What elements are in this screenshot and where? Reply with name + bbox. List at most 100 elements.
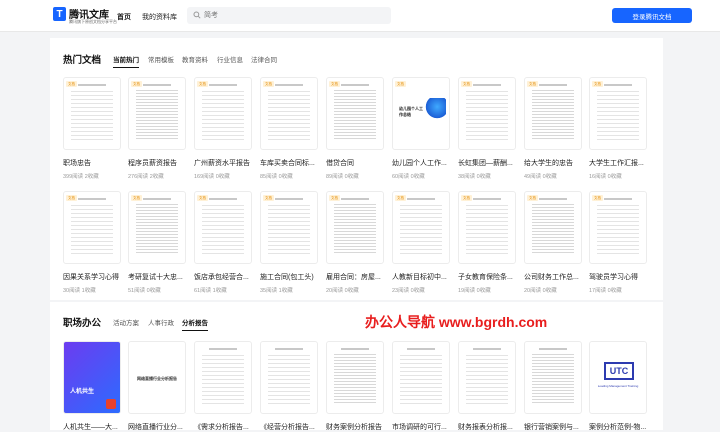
document-thumbnail[interactable]: 文档 <box>128 191 186 264</box>
document-stats: 85阅读 0收藏 <box>260 174 293 180</box>
document-thumbnail[interactable]: 文档 <box>260 77 318 150</box>
tab-industry[interactable]: 行业信息 <box>217 54 243 64</box>
doc-type-badge: 文档 <box>66 81 77 87</box>
document-title[interactable]: 案例分析范例-物... <box>589 422 651 432</box>
document-title[interactable]: 银行营销案例与... <box>524 422 586 432</box>
document-thumbnail[interactable]: 文档 <box>326 77 384 150</box>
document-title[interactable]: 《需求分析报告... <box>194 422 256 432</box>
page-heading <box>604 198 632 200</box>
logo-icon[interactable]: T <box>53 7 66 21</box>
nav-my-library[interactable]: 我的资料库 <box>142 12 177 22</box>
top-bar: T 腾讯文库 腾讯旗下原创文档分享平台 首页 我的资料库 登录腾讯文档 <box>0 0 720 32</box>
document-thumbnail[interactable]: 网络直播行业分析报告 <box>128 341 186 414</box>
page-heading <box>78 84 106 86</box>
cover-title: 网络直播行业分析报告 <box>137 376 177 381</box>
document-stats: 89阅读 0收藏 <box>326 174 359 180</box>
document-thumbnail[interactable]: 文档 <box>63 77 121 150</box>
document-title[interactable]: 人机共生——大... <box>63 422 125 432</box>
tab-current-hot[interactable]: 当前热门 <box>113 54 139 68</box>
document-thumbnail[interactable]: 文档 <box>524 191 582 264</box>
document-thumbnail[interactable]: 文档 <box>326 191 384 264</box>
document-title[interactable]: 大学生工作汇报... <box>589 158 651 168</box>
document-title[interactable]: 车库买卖合同标... <box>260 158 322 168</box>
page-text-lines <box>400 352 442 405</box>
nav-home[interactable]: 首页 <box>117 12 131 22</box>
search-input[interactable] <box>204 7 384 24</box>
document-thumbnail[interactable]: 文档 <box>63 191 121 264</box>
document-title[interactable]: 广州薪资水平报告 <box>194 158 256 168</box>
document-thumbnail[interactable]: 文档 <box>194 77 252 150</box>
page-text-lines <box>334 202 376 255</box>
document-title[interactable]: 饭店承包经营合... <box>194 272 256 282</box>
cover-title: 人机共生 <box>70 389 95 395</box>
page-text-lines <box>268 202 310 255</box>
page-text-lines <box>466 352 508 405</box>
doc-type-badge: 文档 <box>197 195 208 201</box>
document-title[interactable]: 市场调研的可行... <box>392 422 454 432</box>
document-thumbnail[interactable]: UTC Loading Management Training <box>589 341 647 414</box>
document-thumbnail[interactable]: 人机共生 <box>63 341 121 414</box>
document-thumbnail[interactable] <box>194 341 252 414</box>
page-heading <box>341 84 369 86</box>
document-thumbnail[interactable]: 文档 <box>458 77 516 150</box>
tab-legal[interactable]: 法律合同 <box>251 54 277 64</box>
search-box[interactable] <box>187 7 391 24</box>
page-heading <box>209 84 237 86</box>
document-title[interactable]: 《经营分析报告... <box>260 422 322 432</box>
document-thumbnail[interactable] <box>392 341 450 414</box>
document-thumbnail[interactable]: 文档 <box>194 191 252 264</box>
document-thumbnail[interactable]: 文档 <box>589 191 647 264</box>
page-text-lines <box>532 88 574 141</box>
document-title[interactable]: 公司财务工作总... <box>524 272 586 282</box>
login-button[interactable]: 登录腾讯文档 <box>612 8 692 23</box>
page-heading <box>539 84 567 86</box>
cover-subtitle: Loading Management Training <box>597 384 639 388</box>
document-title[interactable]: 财务案例分析报告 <box>326 422 388 432</box>
tab-activity-plan[interactable]: 活动方案 <box>113 317 139 327</box>
document-title[interactable]: 职场忠告 <box>63 158 125 168</box>
document-thumbnail[interactable] <box>458 341 516 414</box>
document-stats: 60阅读 0收藏 <box>392 174 425 180</box>
page-heading <box>473 348 501 350</box>
document-title[interactable]: 幼儿园个人工作... <box>392 158 454 168</box>
document-thumbnail[interactable]: 文档 <box>392 191 450 264</box>
document-thumbnail[interactable] <box>524 341 582 414</box>
tab-templates[interactable]: 常用模板 <box>148 54 174 64</box>
document-title[interactable]: 给大学生的忠告 <box>524 158 586 168</box>
document-thumbnail[interactable]: 文档 <box>128 77 186 150</box>
document-title[interactable]: 驾驶员学习心得 <box>589 272 651 282</box>
document-title[interactable]: 网络直播行业分... <box>128 422 190 432</box>
document-thumbnail[interactable]: 文档 <box>260 191 318 264</box>
doc-type-badge: 文档 <box>197 81 208 87</box>
document-title[interactable]: 子女教育保险条... <box>458 272 520 282</box>
tab-education[interactable]: 教育资料 <box>182 54 208 64</box>
document-thumbnail[interactable]: 文档 <box>524 77 582 150</box>
page-text-lines <box>532 352 574 405</box>
document-thumbnail[interactable]: 文档 <box>589 77 647 150</box>
document-thumbnail[interactable]: 文档 <box>458 191 516 264</box>
page-text-lines <box>268 352 310 405</box>
document-title[interactable]: 施工合同(包工头) <box>260 272 322 282</box>
cover-logo: UTC <box>604 362 634 380</box>
doc-type-badge: 文档 <box>592 81 603 87</box>
document-title[interactable]: 考研复试十大忠... <box>128 272 190 282</box>
document-stats: 20阅读 0收藏 <box>326 288 359 294</box>
document-title[interactable]: 人教新目标初中... <box>392 272 454 282</box>
document-title[interactable]: 长虹集团—薪酬... <box>458 158 520 168</box>
page-heading <box>473 84 501 86</box>
document-title[interactable]: 程序员薪资报告 <box>128 158 190 168</box>
doc-type-badge: 文档 <box>395 81 406 87</box>
page-text-lines <box>202 352 244 405</box>
page-text-lines <box>400 202 442 255</box>
tab-analysis-report[interactable]: 分析报告 <box>182 317 208 331</box>
document-thumbnail[interactable] <box>260 341 318 414</box>
tab-hr-admin[interactable]: 人事行政 <box>148 317 174 327</box>
document-title[interactable]: 雇用合同：房屋... <box>326 272 388 282</box>
document-title[interactable]: 财务报表分析报... <box>458 422 520 432</box>
document-thumbnail[interactable] <box>326 341 384 414</box>
page-heading <box>407 198 435 200</box>
document-title[interactable]: 因果关系学习心得 <box>63 272 125 282</box>
document-title[interactable]: 借贷合同 <box>326 158 388 168</box>
document-thumbnail[interactable]: 幼儿园个人工作总结 文档 <box>392 77 450 150</box>
doc-type-badge: 文档 <box>527 195 538 201</box>
